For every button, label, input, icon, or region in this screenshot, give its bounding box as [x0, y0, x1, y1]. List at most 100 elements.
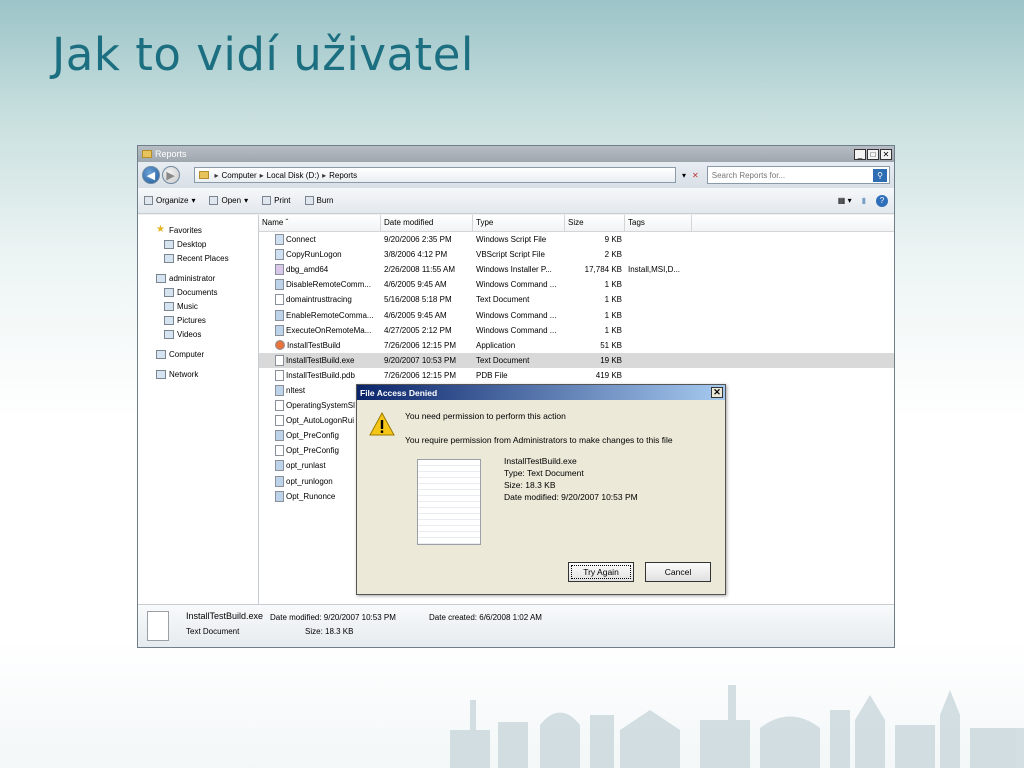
file-type-cell: Text Document — [476, 355, 530, 365]
cancel-button[interactable]: Cancel — [645, 562, 711, 582]
warning-icon — [369, 412, 395, 436]
nav-item-documents[interactable]: Documents — [138, 285, 258, 299]
print-button[interactable]: Print — [262, 196, 291, 205]
maximize-button[interactable]: □ — [867, 148, 879, 160]
nav-item-favorites[interactable]: ★ Favorites — [138, 223, 258, 237]
file-row[interactable]: InstallTestBuild.exe 9/20/2007 10:53 PM Te… — [259, 352, 894, 368]
cmd-file-icon — [275, 384, 284, 396]
address-dropdown-icon[interactable]: ▾ — [682, 171, 686, 180]
doc-file-icon — [275, 400, 284, 412]
nav-label: administrator — [169, 273, 216, 283]
file-row[interactable]: Connect 9/20/2006 2:35 PM Windows Script F… — [259, 232, 894, 247]
views-icon[interactable]: ▦ ▾ — [838, 196, 852, 205]
dialog-titlebar[interactable]: File Access Denied ✕ — [357, 385, 725, 400]
nav-item-computer[interactable]: Computer — [138, 347, 258, 361]
column-header-tags[interactable]: Tags — [625, 215, 692, 231]
file-row[interactable]: ExecuteOnRemoteMa... 4/27/2005 2:12 PM Win… — [259, 323, 894, 338]
file-date-cell: 9/20/2007 10:53 PM — [384, 355, 457, 365]
cmd-file-icon — [275, 309, 284, 321]
file-type-cell: Windows Command ... — [476, 280, 557, 290]
file-name: OperatingSystemSl — [286, 401, 355, 411]
preview-pane-icon[interactable]: ▮ — [862, 196, 866, 205]
desktop-icon — [164, 239, 174, 249]
network-icon — [156, 369, 166, 379]
music-icon — [164, 301, 174, 311]
details-pane: InstallTestBuild.exe Text Document Date … — [138, 604, 894, 647]
breadcrumb-computer[interactable]: Computer — [222, 171, 257, 180]
chevron-down-icon: ▾ — [191, 196, 196, 205]
doc-file-icon — [275, 354, 284, 366]
minimize-button[interactable]: _ — [854, 148, 866, 160]
dialog-file-type: Type: Text Document — [504, 468, 584, 478]
column-header-date[interactable]: Date modified — [381, 215, 473, 231]
back-button[interactable]: ◀ — [142, 166, 160, 184]
file-row[interactable]: CopyRunLogon 3/8/2006 4:12 PM VBScript Scr… — [259, 247, 894, 262]
breadcrumb-reports[interactable]: Reports — [329, 171, 357, 180]
dialog-file-info: InstallTestBuild.exe Type: Text Document… — [504, 455, 638, 503]
file-row[interactable]: InstallTestBuild.pdb 7/26/2006 12:15 PM PD… — [259, 368, 894, 383]
organize-button[interactable]: Organize ▾ — [144, 196, 195, 205]
help-icon[interactable]: ? — [876, 194, 888, 207]
details-size: Size: 18.3 KB — [305, 627, 354, 636]
file-date-cell: 4/27/2005 2:12 PM — [384, 325, 452, 335]
nav-item-desktop[interactable]: Desktop — [138, 237, 258, 251]
close-button[interactable]: ✕ — [880, 148, 892, 160]
user-folder-icon — [156, 273, 166, 283]
slide-title: Jak to vidí uživatel — [52, 28, 474, 81]
file-size-cell: 419 KB — [595, 370, 622, 380]
navigation-pane: ★ Favorites Desktop Recent Places adminis… — [138, 215, 259, 604]
dialog-close-button[interactable]: ✕ — [711, 387, 723, 398]
cmd-file-icon — [275, 460, 284, 472]
window-titlebar[interactable]: Reports _ □ ✕ — [138, 146, 894, 162]
chevron-down-icon: ▾ — [244, 196, 249, 205]
nav-item-videos[interactable]: Videos — [138, 327, 258, 341]
window-title: Reports — [155, 149, 187, 159]
file-name-cell: InstallTestBuild.pdb — [259, 369, 381, 381]
file-type-cell: Windows Script File — [476, 235, 547, 245]
column-headers: Name ˆ Date modified Type Size Tags — [259, 215, 894, 232]
file-type-cell: Windows Command ... — [476, 325, 557, 335]
disc-icon — [304, 196, 314, 205]
msi-file-icon — [275, 264, 284, 276]
search-input[interactable]: Search Reports for... ⚲ — [706, 166, 890, 184]
column-header-name[interactable]: Name ˆ — [259, 215, 381, 231]
file-row[interactable]: DisableRemoteComm... 4/6/2005 9:45 AM Wind… — [259, 277, 894, 292]
search-icon[interactable]: ⚲ — [873, 168, 887, 182]
file-name: CopyRunLogon — [286, 250, 342, 260]
nav-item-recent-places[interactable]: Recent Places — [138, 251, 258, 265]
nav-item-administrator[interactable]: administrator — [138, 271, 258, 285]
nav-label: Desktop — [177, 239, 207, 249]
text-document-icon — [417, 459, 481, 545]
file-row[interactable]: domaintrusttracing 5/16/2008 5:18 PM Text … — [259, 292, 894, 307]
nav-item-network[interactable]: Network — [138, 367, 258, 381]
breadcrumb-local-disk[interactable]: Local Disk (D:) — [267, 171, 319, 180]
address-bar[interactable]: ▸ Computer ▸ Local Disk (D:) ▸ Reports — [193, 167, 677, 183]
forward-button[interactable]: ▶ — [161, 166, 180, 184]
file-row[interactable]: InstallTestBuild 7/26/2006 12:15 PM Applic… — [259, 338, 894, 353]
app-file-icon — [275, 340, 285, 351]
nav-item-pictures[interactable]: Pictures — [138, 313, 258, 327]
file-name: ExecuteOnRemoteMa... — [286, 325, 372, 335]
column-header-type[interactable]: Type — [473, 215, 565, 231]
nav-label: Favorites — [169, 225, 202, 235]
column-header-size[interactable]: Size — [565, 215, 625, 231]
file-size-cell: 1 KB — [604, 280, 622, 290]
file-name: Opt_PreConfig — [286, 431, 339, 441]
header-label: Name — [262, 218, 284, 227]
file-name: EnableRemoteComma... — [286, 310, 374, 320]
file-type-cell: VBScript Script File — [476, 250, 545, 260]
file-row[interactable]: dbg_amd64 2/26/2008 11:55 AM Windows Insta… — [259, 262, 894, 277]
file-name-cell: CopyRunLogon — [259, 249, 381, 261]
nav-item-music[interactable]: Music — [138, 299, 258, 313]
open-button[interactable]: Open ▾ — [209, 196, 248, 205]
file-name: domaintrusttracing — [286, 295, 352, 305]
file-name: InstallTestBuild.pdb — [286, 370, 355, 380]
burn-button[interactable]: Burn — [304, 196, 333, 205]
nav-label: Documents — [177, 287, 218, 297]
file-row[interactable]: EnableRemoteComma... 4/6/2005 9:45 AM Wind… — [259, 307, 894, 322]
file-name: DisableRemoteComm... — [286, 280, 371, 290]
refresh-icon[interactable]: ✕ — [692, 171, 699, 180]
try-again-button[interactable]: Try Again — [568, 562, 634, 582]
window-controls: _ □ ✕ — [854, 148, 894, 160]
chevron-right-icon: ▸ — [322, 170, 327, 180]
